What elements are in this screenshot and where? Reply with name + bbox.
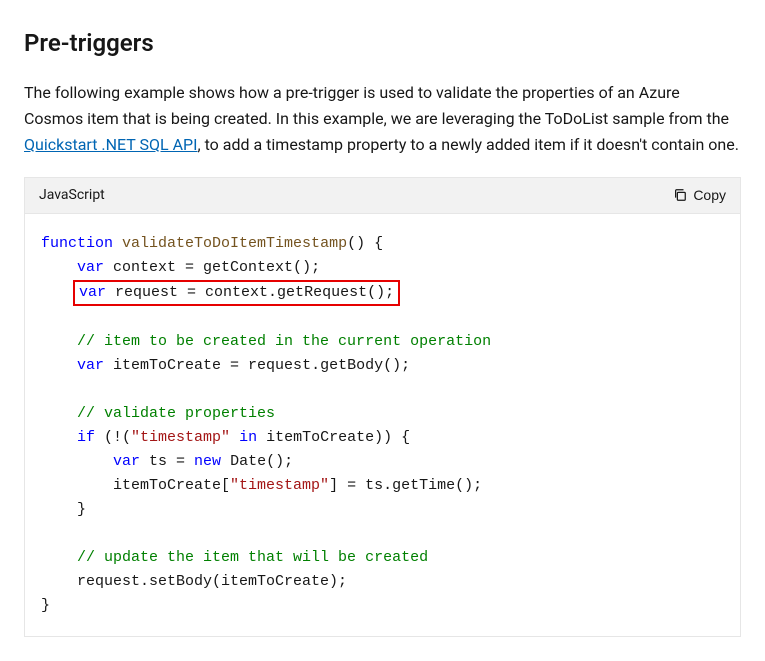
- comment: // update the item that will be created: [77, 549, 428, 566]
- code-block: JavaScript Copy function validateToDoIte…: [24, 177, 741, 637]
- kw-var: var: [77, 259, 104, 276]
- code-content: function validateToDoItemTimestamp() { v…: [25, 214, 740, 637]
- code-text: context = getContext();: [104, 259, 320, 276]
- string-literal: "timestamp": [230, 477, 329, 494]
- code-text: itemToCreate)) {: [257, 429, 410, 446]
- fn-name: validateToDoItemTimestamp: [122, 235, 347, 252]
- string-literal: "timestamp": [131, 429, 230, 446]
- code-text: }: [77, 501, 86, 518]
- code-text: request.setBody(itemToCreate);: [77, 573, 347, 590]
- comment: // item to be created in the current ope…: [77, 333, 491, 350]
- code-text: () {: [347, 235, 383, 252]
- quickstart-link[interactable]: Quickstart .NET SQL API: [24, 135, 197, 154]
- intro-text-2: , to add a timestamp property to a newly…: [197, 135, 738, 154]
- highlight-box: var request = context.getRequest();: [73, 280, 400, 307]
- kw-var: var: [79, 284, 106, 301]
- code-text: Date();: [221, 453, 293, 470]
- code-text: }: [41, 597, 50, 614]
- kw-if: if: [77, 429, 95, 446]
- intro-text-1: The following example shows how a pre-tr…: [24, 83, 729, 128]
- code-header: JavaScript Copy: [25, 178, 740, 213]
- copy-label: Copy: [693, 187, 726, 203]
- copy-button[interactable]: Copy: [673, 185, 726, 205]
- comment: // validate properties: [77, 405, 275, 422]
- code-text: ] = ts.getTime();: [329, 477, 482, 494]
- code-language-label: JavaScript: [39, 184, 105, 206]
- code-text: request = context.getRequest();: [106, 284, 394, 301]
- kw-function: function: [41, 235, 113, 252]
- code-text: itemToCreate[: [113, 477, 230, 494]
- kw-in: in: [239, 429, 257, 446]
- code-text: itemToCreate = request.getBody();: [104, 357, 410, 374]
- section-heading: Pre-triggers: [24, 24, 741, 62]
- code-text: (!(: [95, 429, 131, 446]
- copy-icon: [673, 188, 687, 202]
- kw-var: var: [113, 453, 140, 470]
- code-text: ts =: [140, 453, 194, 470]
- intro-paragraph: The following example shows how a pre-tr…: [24, 80, 741, 157]
- kw-var: var: [77, 357, 104, 374]
- kw-new: new: [194, 453, 221, 470]
